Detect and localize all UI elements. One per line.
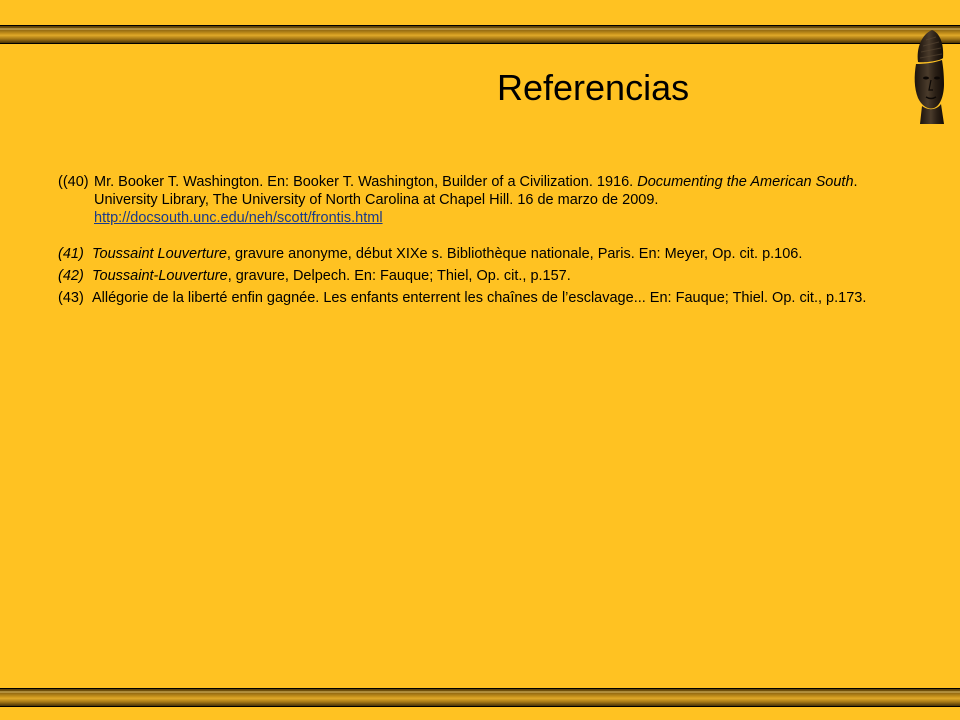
reference-item-41: (41) Toussaint Louverture, gravure anony…	[58, 245, 898, 263]
reference-list: ((40) Mr. Booker T. Washington. En: Book…	[58, 173, 898, 307]
reference-text: Toussaint Louverture, gravure anonyme, d…	[92, 246, 803, 262]
reference-text: Mr. Booker T. Washington. En: Booker T. …	[94, 174, 858, 226]
reference-number: (42)	[58, 268, 84, 284]
top-decorative-bar	[0, 25, 960, 44]
reference-item-43: (43) Allégorie de la liberté enfin gagné…	[58, 289, 898, 307]
reference-item-42: (42) Toussaint-Louverture, gravure, Delp…	[58, 267, 898, 285]
reference-text: Toussaint-Louverture, gravure, Delpech. …	[92, 268, 571, 284]
bottom-decorative-bar	[0, 688, 960, 707]
bronze-bust-icon	[914, 30, 944, 124]
reference-number: (41)	[58, 246, 84, 262]
reference-number: ((40)	[58, 174, 89, 190]
slide-title: Referencias	[497, 67, 690, 108]
reference-link[interactable]: http://docsouth.unc.edu/neh/scott/fronti…	[94, 210, 383, 226]
reference-text: Allégorie de la liberté enfin gagnée. Le…	[92, 290, 867, 306]
reference-item-40: ((40) Mr. Booker T. Washington. En: Book…	[58, 173, 898, 227]
reference-number: (43)	[58, 290, 84, 306]
